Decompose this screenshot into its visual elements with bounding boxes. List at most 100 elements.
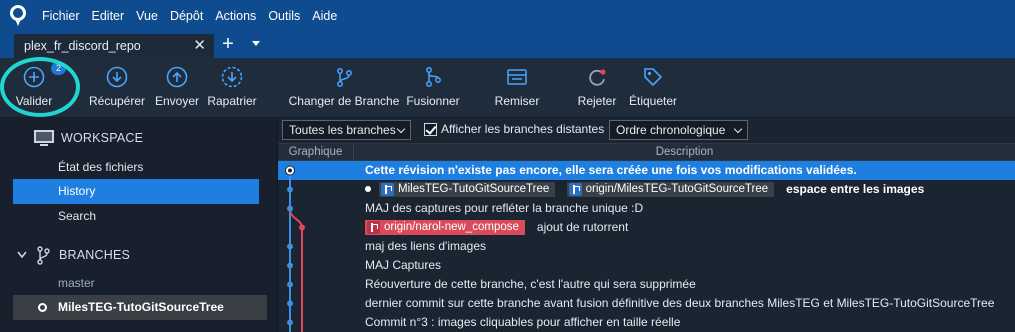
fetch-label: Récupérer [88,94,146,108]
graph-node [287,186,293,193]
discard-button[interactable]: Rejeter [574,58,620,118]
branches-section-header[interactable]: BRANCHES [0,240,278,270]
pull-label: Rapatrier [207,94,257,108]
tag-button[interactable]: Étiqueter [626,58,680,118]
log-row[interactable]: origin/narol-new_compose ajout de rutorre… [278,218,1015,237]
show-remote-checkbox[interactable] [424,123,437,136]
tab-bar: plex_fr_discord_repo ✕ + [0,32,1015,58]
show-remote-label[interactable]: Afficher les branches distantes [441,122,604,136]
push-button[interactable]: Envoyer [154,58,200,118]
pull-button[interactable]: Rapatrier [206,58,258,118]
commit-message: ajout de rutorrent [536,220,629,234]
log-row-uncommitted[interactable]: Cette révision n'existe pas encore, elle… [278,161,1015,180]
checkout-button[interactable]: Changer de Branche [288,58,400,118]
toolbar: Valider 2 Récupérer Envoyer Rapatrier Ch… [0,58,1015,118]
head-marker-icon [365,186,371,192]
branch-tag-remote[interactable]: origin/MilesTEG-TutoGitSourceTree [566,182,775,197]
log-filter-bar: Toutes les branches Afficher les branche… [278,118,1015,143]
commit-message: Commit n°3 : images cliquables pour affi… [365,315,681,329]
merge-button[interactable]: Fusionner [404,58,462,118]
menu-edit[interactable]: Editer [86,0,131,32]
graph-node [287,319,293,326]
menu-repository[interactable]: Dépôt [164,0,209,32]
add-tab-icon[interactable]: + [218,34,238,56]
log-row[interactable]: MAJ Captures [278,256,1015,275]
commit-count-badge: 2 [51,62,66,75]
checkout-label: Changer de Branche [288,94,400,108]
branches-title: BRANCHES [59,248,131,262]
commit-button[interactable]: Valider 2 [12,58,66,118]
branch-tag-remote[interactable]: origin/narol-new_compose [365,220,525,235]
menu-tools[interactable]: Outils [262,0,306,32]
branch-tag-icon [367,221,380,234]
log-row[interactable]: MAJ des captures pour refléter la branch… [278,199,1015,218]
sidebar-item-file-status[interactable]: État des fichiers [13,155,259,180]
branch-tag-icon [568,183,582,196]
discard-icon [589,69,606,86]
menu-actions[interactable]: Actions [209,0,262,32]
graph-node [299,224,305,231]
log-row[interactable]: dernier commit sur cette branche avant f… [278,294,1015,313]
menu-file[interactable]: Fichier [36,0,86,32]
merge-label: Fusionner [406,94,460,108]
workspace-section-header[interactable]: WORKSPACE [0,123,278,153]
sidebar-item-history[interactable]: History [13,179,259,204]
commit-message: dernier commit sur cette branche avant f… [365,296,995,310]
branch-tag-label: origin/narol-new_compose [384,221,519,233]
sidebar: WORKSPACE État des fichiers History Sear… [0,118,278,332]
menu-help[interactable]: Aide [306,0,343,32]
sidebar-branch-current[interactable]: MilesTEG-TutoGitSourceTree [13,295,267,320]
commit-description: MilesTEG-TutoGitSourceTree origin/MilesT… [365,180,924,199]
stash-icon [507,69,527,85]
sourcetree-logo-icon [0,0,36,32]
stash-button[interactable]: Remiser [492,58,542,118]
tab-dropdown-icon[interactable] [252,41,260,46]
monitor-icon [34,130,54,146]
commit-log: Cette révision n'existe pas encore, elle… [278,161,1015,332]
sidebar-item-search[interactable]: Search [13,204,259,229]
log-header: Graphique Description [278,143,1015,161]
workspace-title: WORKSPACE [61,131,144,145]
graph-node [287,243,293,250]
push-label: Envoyer [154,94,200,108]
discard-label: Rejeter [577,94,617,108]
menu-view[interactable]: Vue [130,0,164,32]
fetch-button[interactable]: Récupérer [88,58,146,118]
branch-icon [337,68,352,87]
commit-message: Cette révision n'existe pas encore, elle… [365,163,857,177]
repo-tab[interactable]: plex_fr_discord_repo ✕ [14,34,214,58]
branch-filter-value: Toutes les branches [289,123,396,137]
branch-filter-select[interactable]: Toutes les branches [282,120,411,140]
branch-tag-icon [381,183,394,196]
sidebar-branch-master[interactable]: master [13,271,259,295]
current-branch-label: MilesTEG-TutoGitSourceTree [58,300,224,314]
graph-node-uncommitted-hole [288,168,292,173]
branch-tag-label: origin/MilesTEG-TutoGitSourceTree [585,183,769,195]
commit-message: maj des liens d'images [365,239,487,253]
order-select[interactable]: Ordre chronologique [609,120,748,140]
tag-label: Étiqueter [628,94,678,108]
commit-icon [23,66,45,88]
log-row[interactable]: maj des liens d'images [278,237,1015,256]
push-icon [166,66,188,88]
column-description[interactable]: Description [354,144,1015,160]
log-row[interactable]: Commit n°3 : images cliquables pour affi… [278,313,1015,332]
chevron-down-icon[interactable] [17,251,27,259]
column-graph[interactable]: Graphique [278,144,354,160]
chevron-down-icon [396,124,406,134]
branch-section-icon [37,246,50,265]
close-icon[interactable]: ✕ [193,34,206,58]
branch-tag-local[interactable]: MilesTEG-TutoGitSourceTree [379,182,556,197]
log-row[interactable]: Réouverture de cette branche, c'est l'au… [278,275,1015,294]
graph-node [287,262,293,269]
current-branch-indicator-icon [38,303,47,312]
graph-node [287,300,293,307]
stash-label: Remiser [494,94,540,108]
commit-label: Valider [15,94,53,108]
chevron-down-icon [733,124,743,134]
repo-tab-title: plex_fr_discord_repo [24,39,141,53]
commit-message: MAJ Captures [365,258,442,272]
menu-bar: Fichier Editer Vue Dépôt Actions Outils … [0,0,1015,32]
commit-graph [285,165,305,332]
log-row[interactable]: MilesTEG-TutoGitSourceTree origin/MilesT… [278,180,1015,199]
